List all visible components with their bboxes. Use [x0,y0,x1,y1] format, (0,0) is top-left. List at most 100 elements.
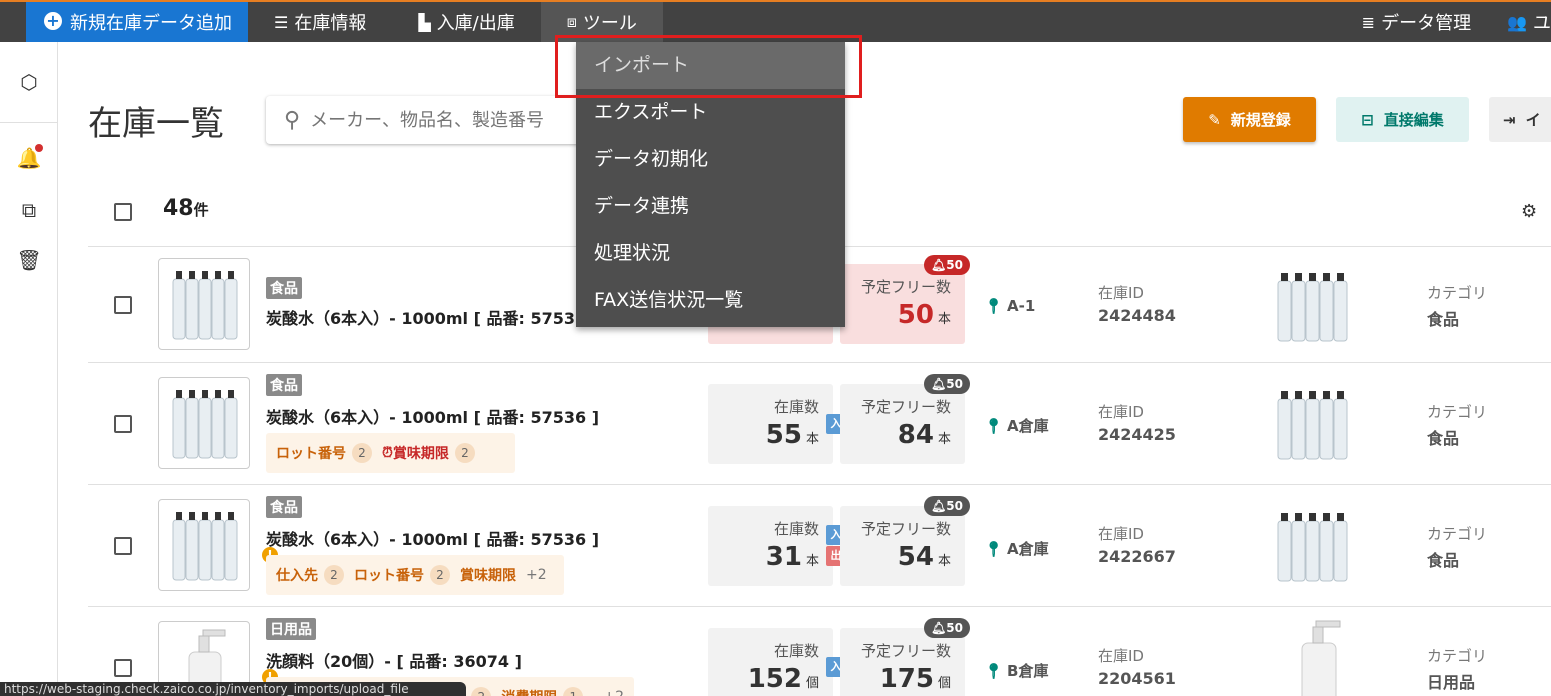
product-name[interactable]: 炭酸水（6本入）- 1000ml [ 品番: 57536 ] [266,305,599,329]
map-pin-icon: 📍︎ [984,297,1004,315]
item-count: 48件 [163,196,209,221]
alert-value: 50 [946,377,963,391]
location: 📍︎ A倉庫 [984,415,1049,436]
link-icon[interactable]: ⧉ [17,198,41,222]
stock-label: 在庫数 [773,520,819,538]
bell-icon: 🔔︎ [931,499,947,513]
product-image-large [1301,620,1341,696]
free-unit: 本 [937,432,951,447]
bell-icon[interactable]: 🔔 [17,144,43,170]
category-label: カテゴリ [1427,284,1488,302]
stock-unit: 本 [805,432,819,447]
search-box[interactable]: ⚲ [266,96,606,144]
free-box: 予定フリー数 50 本 [840,264,965,344]
free-value: 84 本 [898,420,951,450]
map-pin-icon: 📍︎ [984,662,1004,680]
alert-badge[interactable]: 🔔︎50 [924,618,970,638]
search-input[interactable] [310,109,571,131]
search-icon: ⚲ [284,107,301,133]
alert-badge[interactable]: 🔔︎50 [924,374,970,394]
sidebar: ⬡ 🔔 ⧉ 🗑 [0,42,58,696]
menu-item-import[interactable]: インポート [576,42,845,89]
tools-dropdown-menu: インポート エクスポート データ初期化 データ連携 処理状況 FAX送信状況一覧 [576,42,845,327]
import-label: イ [1525,111,1541,129]
product-image-large [1277,273,1348,342]
location-value: A倉庫 [1007,540,1049,558]
location: 📍︎ B倉庫 [984,660,1048,681]
free-number: 175 [879,664,934,694]
pallet-icon: ▙ [418,12,431,32]
category-tag: 日用品 [266,618,316,640]
free-value: 54 本 [898,542,951,572]
direct-edit-button[interactable]: ⊟ 直接編集 [1336,97,1469,142]
id-label: 在庫ID [1098,647,1144,665]
product-image-large [1277,513,1348,582]
stock-box: 在庫数 31 本 [708,506,833,586]
category-value: 食品 [1427,551,1460,570]
stock-box: 在庫数 55 本 [708,384,833,464]
menu-item-process-status[interactable]: 処理状況 [576,230,845,277]
menu-item-fax-status[interactable]: FAX送信状況一覧 [576,277,845,324]
nav-in-out[interactable]: ▙ 入庫/出庫 [400,2,532,42]
nav-inventory-info[interactable]: ☰ 在庫情報 [256,2,384,42]
product-name[interactable]: 炭酸水（6本入）- 1000ml [ 品番: 57536 ] [266,404,599,428]
table-row[interactable]: 食品 炭酸水（6本入）- 1000ml [ 品番: 57536 ] ! 仕入先2… [88,484,1551,606]
id-label: 在庫ID [1098,525,1144,543]
box-icon[interactable]: ⬡ [17,70,41,94]
product-name[interactable]: 洗顔料（20個）- [ 品番: 36074 ] [266,648,522,672]
location: 📍︎ A-1 [984,297,1035,315]
plus-circle-icon: + [44,12,62,30]
item-count-value: 48 [163,196,194,221]
menu-item-export[interactable]: エクスポート [576,89,845,136]
page-title: 在庫一覧 [88,104,224,144]
stock-number: 31 [765,542,802,572]
stock-unit: 個 [805,676,819,691]
free-value: 175 個 [880,664,951,694]
product-image [158,499,250,591]
id-label: 在庫ID [1098,403,1144,421]
free-unit: 本 [937,554,951,569]
menu-item-data-link[interactable]: データ連携 [576,183,845,230]
select-all-checkbox[interactable] [114,203,132,221]
category-tag: 食品 [266,496,302,518]
add-inventory-button[interactable]: + 新規在庫データ追加 [26,2,248,42]
location-value: A-1 [1007,297,1036,315]
stock-label: 在庫数 [773,642,819,660]
product-name[interactable]: 炭酸水（6本入）- 1000ml [ 品番: 57536 ] [266,526,599,550]
nav-tools[interactable]: ⧈ ツール [540,2,663,42]
location: 📍︎ A倉庫 [984,538,1049,559]
add-inventory-label: 新規在庫データ追加 [70,13,232,34]
attribute-badges[interactable]: 仕入先 2 ロット番号 2 賞味期限 +2 [266,555,564,595]
stock-number: 55 [765,420,802,450]
users-icon: 👥 [1507,12,1527,32]
import-button[interactable]: ⇥ イ [1489,97,1551,142]
row-checkbox[interactable] [114,296,132,314]
edit-icon: ⊟ [1361,110,1374,129]
category-value: 食品 [1427,310,1460,329]
alert-badge[interactable]: 🔔︎50 [924,255,970,275]
nav-data-manage[interactable]: ≣ データ管理 [1344,2,1489,42]
id-value: 2422667 [1098,547,1176,566]
nav-in-out-label: 入庫/出庫 [436,13,515,34]
bell-icon: 🔔︎ [931,621,947,635]
attribute-badges[interactable]: ロット番号 2 ⏰︎ 賞味期限 2 [266,433,515,473]
table-row[interactable]: 食品 炭酸水（6本入）- 1000ml [ 品番: 57536 ] ロット番号 2… [88,362,1551,484]
direct-edit-label: 直接編集 [1383,111,1444,129]
nav-inventory-info-label: 在庫情報 [294,13,367,34]
row-checkbox[interactable] [114,415,132,433]
new-register-button[interactable]: ✎ 新規登録 [1183,97,1316,142]
map-pin-icon: 📍︎ [984,417,1004,435]
free-unit: 本 [937,312,951,327]
free-box: 予定フリー数 84 本 [840,384,965,464]
free-label: 予定フリー数 [860,642,951,660]
gear-icon[interactable]: ⚙ [1521,201,1537,222]
row-checkbox[interactable] [114,659,132,677]
menu-item-data-reset[interactable]: データ初期化 [576,136,845,183]
trash-icon[interactable]: 🗑 [16,248,41,272]
alert-badge[interactable]: 🔔︎50 [924,496,970,516]
product-image [158,377,250,469]
row-checkbox[interactable] [114,537,132,555]
nav-users[interactable]: 👥 ユ [1489,2,1551,42]
free-label: 予定フリー数 [860,278,951,296]
product-image [158,258,250,350]
